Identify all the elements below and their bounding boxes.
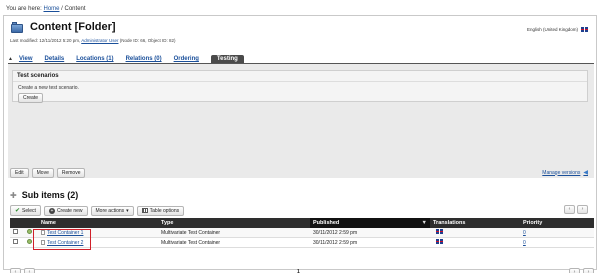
- sort-desc-icon: ▼: [421, 220, 427, 226]
- more-actions-button[interactable]: More actions ▾: [90, 205, 134, 216]
- row-priority-cell: 0: [520, 228, 594, 238]
- table-header-row: Name Type Published ▼ Translations Priori…: [10, 218, 594, 228]
- create-new-button[interactable]: + Create new: [43, 205, 88, 216]
- manage-versions-link[interactable]: Manage versions ◀: [542, 169, 588, 177]
- row-checkbox[interactable]: [13, 239, 18, 244]
- tab-testing[interactable]: Testing: [210, 55, 244, 63]
- uk-flag-icon: [436, 239, 443, 244]
- tab-details[interactable]: Details: [45, 56, 65, 62]
- bottom-pager: ‹ ‹ 1 › ›: [10, 268, 594, 273]
- status-icon: [27, 229, 32, 234]
- remove-button[interactable]: Remove: [56, 168, 86, 178]
- folder-icon: [10, 20, 24, 34]
- create-scenario-button[interactable]: Create: [18, 93, 44, 103]
- prev-page-button[interactable]: ‹: [24, 268, 35, 273]
- test-scenarios-heading: Test scenarios: [13, 71, 587, 82]
- check-icon: ✔: [15, 208, 21, 214]
- dropdown-icon: ▾: [126, 207, 129, 214]
- test-scenarios-text: Create a new test scenario.: [18, 85, 79, 91]
- breadcrumb-home-link[interactable]: Home: [43, 6, 59, 12]
- column-translations[interactable]: Translations: [430, 218, 520, 228]
- edit-button[interactable]: Edit: [10, 168, 29, 178]
- row-type: Multivariate Test Container: [158, 228, 310, 238]
- page-title: Content [Folder]: [30, 21, 116, 33]
- tab-relations[interactable]: Relations (0): [126, 56, 162, 62]
- last-modified-prefix: Last modified: 12/11/2012 5:20 pm,: [10, 38, 81, 43]
- row-checkbox-cell: [10, 228, 24, 238]
- language-label: English (United Kingdom): [526, 27, 578, 32]
- uk-flag-icon: [436, 229, 443, 234]
- breadcrumb-prefix: You are here:: [6, 6, 42, 12]
- breadcrumb: You are here: Home / Content: [6, 6, 86, 12]
- node-actions: Edit Move Remove: [10, 168, 86, 178]
- tab-locations[interactable]: Locations (1): [76, 56, 113, 62]
- next-page-button[interactable]: ›: [569, 268, 580, 273]
- more-actions-label: More actions: [95, 207, 125, 214]
- column-name[interactable]: Name: [38, 218, 158, 228]
- column-published[interactable]: Published ▼: [310, 218, 430, 228]
- breadcrumb-separator: /: [61, 6, 63, 12]
- first-page-button[interactable]: ‹: [10, 268, 21, 273]
- sub-items-title: Sub items (2): [21, 190, 79, 200]
- row-checkbox[interactable]: [13, 229, 18, 234]
- create-new-label: Create new: [56, 207, 83, 214]
- tab-ordering[interactable]: Ordering: [174, 56, 199, 62]
- select-label: Select: [22, 207, 36, 214]
- checkbox-header: [10, 218, 24, 228]
- sub-items-header: ✚ Sub items (2): [10, 190, 78, 200]
- column-type[interactable]: Type: [158, 218, 310, 228]
- last-modified-info: Last modified: 12/11/2012 5:20 pm, Admin…: [10, 38, 176, 43]
- table-row[interactable]: Test Container 2 Multivariate Test Conta…: [10, 237, 594, 248]
- manage-versions-label: Manage versions: [542, 169, 581, 176]
- row-priority-cell: 0: [520, 237, 594, 248]
- table-row[interactable]: Test Container 1 Multivariate Test Conta…: [10, 228, 594, 238]
- table-options-button[interactable]: Table options: [136, 205, 185, 216]
- table-options-label: Table options: [149, 207, 180, 214]
- add-icon: +: [48, 207, 55, 214]
- row-type: Multivariate Test Container: [158, 237, 310, 248]
- column-priority[interactable]: Priority: [520, 218, 594, 228]
- last-modified-user-link[interactable]: Administrator User: [81, 38, 118, 43]
- top-pager: ‹ ›: [564, 205, 588, 214]
- select-button[interactable]: ✔ Select: [10, 205, 41, 216]
- tab-bar: ▲ View Details Locations (1) Relations (…: [8, 55, 256, 63]
- move-button[interactable]: Move: [31, 168, 54, 178]
- language-indicator: English (United Kingdom): [527, 27, 588, 32]
- status-icon: [27, 239, 32, 244]
- breadcrumb-current: Content: [64, 6, 86, 12]
- last-modified-ids: (Node ID: 66, Object ID: 82): [119, 38, 176, 43]
- prev-page-button[interactable]: ‹: [564, 205, 575, 214]
- next-page-button[interactable]: ›: [577, 205, 588, 214]
- highlight-box: [33, 229, 91, 250]
- sub-items-table: Name Type Published ▼ Translations Priori…: [10, 218, 594, 248]
- sub-items-toolbar: ✔ Select + Create new More actions ▾ Tab…: [10, 205, 185, 216]
- row-published: 30/11/2012 2:59 pm: [310, 237, 430, 248]
- title-row: Content [Folder]: [10, 20, 116, 34]
- row-checkbox-cell: [10, 237, 24, 248]
- current-page-number[interactable]: 1: [297, 269, 300, 273]
- expand-icon[interactable]: ✚: [10, 191, 17, 200]
- row-translations-cell: [430, 237, 520, 248]
- last-page-button[interactable]: ›: [583, 268, 594, 273]
- testing-panel: Test scenarios Create a new test scenari…: [8, 64, 594, 178]
- row-priority-link[interactable]: 0: [523, 240, 526, 246]
- status-header: [24, 218, 38, 228]
- column-published-label: Published: [313, 220, 340, 226]
- uk-flag-icon: [581, 27, 588, 32]
- row-priority-link[interactable]: 0: [523, 230, 526, 236]
- test-scenarios-box: Test scenarios Create a new test scenari…: [12, 70, 588, 103]
- table-icon: [141, 208, 148, 213]
- collapse-tabs-icon[interactable]: ▲: [8, 56, 13, 62]
- content-frame: Content [Folder] English (United Kingdom…: [3, 15, 597, 273]
- row-translations-cell: [430, 228, 520, 238]
- manage-versions-icon: ◀: [583, 170, 588, 176]
- tab-view[interactable]: View: [19, 56, 33, 62]
- row-published: 30/11/2012 2:59 pm: [310, 228, 430, 238]
